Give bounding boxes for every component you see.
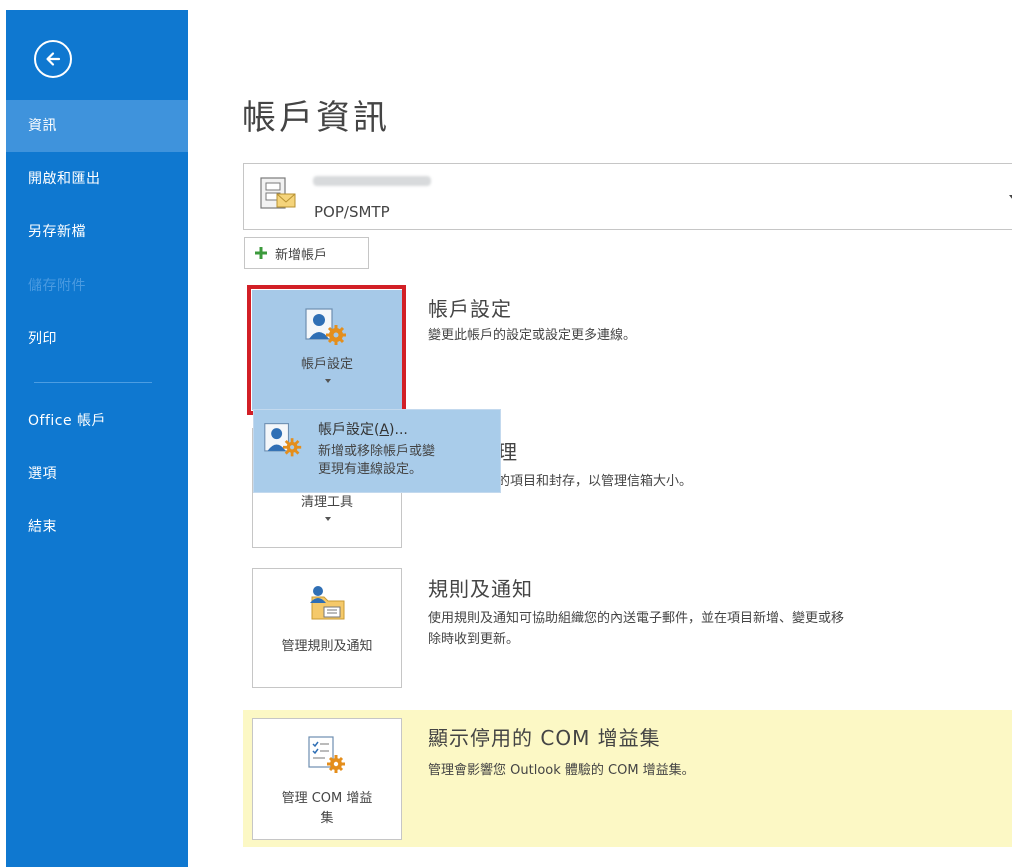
menu-item-desc-line1: 新增或移除帳戶或變 [318, 444, 436, 459]
sidebar-item-open-export[interactable]: 開啟和匯出 [6, 153, 188, 205]
rules-desc-line1: 使用規則及通知可協助組織您的內送電子郵件，並在項目新增、變更或移 [428, 611, 845, 626]
backstage-view: 資訊 開啟和匯出 另存新檔 儲存附件 列印 Office 帳戶 選項 結束 帳戶… [0, 0, 1012, 867]
com-addins-icon [308, 736, 345, 773]
manage-com-addins-button[interactable]: 管理 COM 增益 集 [252, 718, 402, 840]
mail-account-icon [260, 177, 296, 209]
caret-down-icon [325, 517, 331, 521]
manage-rules-button[interactable]: 管理規則及通知 [252, 568, 402, 688]
add-account-button[interactable]: 新增帳戶 [244, 237, 369, 269]
sidebar-item-exit[interactable]: 結束 [6, 501, 188, 553]
account-settings-title: 帳戶設定 [428, 297, 512, 321]
backstage-sidebar: 資訊 開啟和匯出 另存新檔 儲存附件 列印 Office 帳戶 選項 結束 [6, 10, 188, 867]
com-tile-label-line1: 管理 COM 增益 [281, 791, 373, 806]
sidebar-item-office-account[interactable]: Office 帳戶 [6, 395, 188, 447]
com-tile-label-line2: 集 [320, 811, 334, 826]
menu-item-desc-line2: 更現有連線設定。 [318, 462, 423, 477]
sidebar-item-info[interactable]: 資訊 [6, 100, 188, 152]
menu-item-label: 帳戶設定( [318, 422, 380, 438]
account-selector[interactable]: POP/SMTP [243, 163, 1012, 230]
sidebar-item-print[interactable]: 列印 [6, 313, 188, 365]
account-settings-dropdown: 帳戶設定(A)... 新增或移除帳戶或變 更現有連線設定。 [253, 409, 501, 493]
add-account-label: 新增帳戶 [275, 247, 328, 263]
rules-desc-line2: 除時收到更新。 [428, 632, 520, 647]
manage-rules-tile-label: 管理規則及通知 [281, 639, 373, 654]
back-arrow-icon [46, 52, 61, 66]
sidebar-item-save-attachments: 儲存附件 [28, 278, 86, 294]
account-settings-desc: 變更此帳戶的設定或設定更多連線。 [428, 328, 637, 343]
plus-icon [255, 247, 267, 259]
sidebar-item-save-as[interactable]: 另存新檔 [6, 206, 188, 258]
cleanup-desc: 的項目和封存，以管理信箱大小。 [497, 474, 693, 489]
rules-alerts-icon [310, 586, 345, 620]
menu-item-ellipsis: )... [389, 422, 408, 438]
sidebar-item-options[interactable]: 選項 [6, 448, 188, 500]
account-settings-icon [264, 423, 302, 457]
menu-item-desc: 新增或移除帳戶或變 更現有連線設定。 [318, 443, 488, 479]
cleanup-tile-label: 清理工具 [300, 495, 353, 510]
com-addins-desc: 管理會影響您 Outlook 體驗的 COM 增益集。 [428, 763, 695, 778]
red-highlight-box [247, 285, 406, 415]
rules-title: 規則及通知 [428, 577, 533, 601]
account-settings-menu-item[interactable]: 帳戶設定(A)... [318, 419, 408, 439]
sidebar-divider [34, 382, 152, 383]
com-addins-title: 顯示停用的 COM 增益集 [428, 726, 661, 750]
menu-item-accelerator: A [379, 422, 390, 438]
page-title: 帳戶資訊 [242, 98, 390, 138]
back-button[interactable] [34, 40, 72, 78]
account-email-redacted [313, 176, 431, 186]
account-type: POP/SMTP [314, 203, 390, 221]
